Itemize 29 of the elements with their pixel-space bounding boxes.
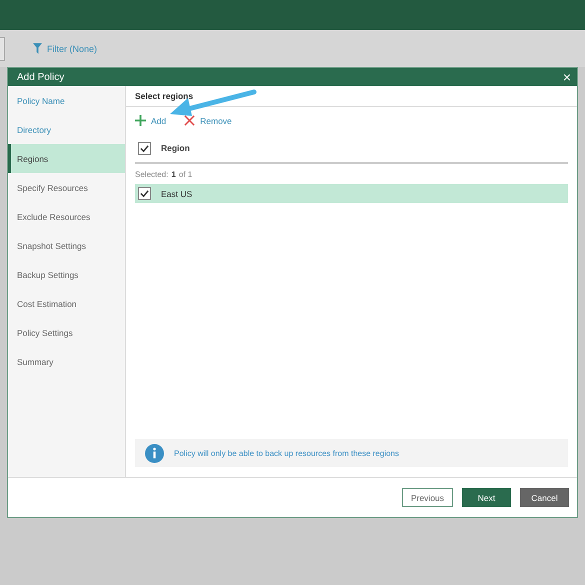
column-header[interactable]: Region	[161, 143, 190, 153]
checkbox[interactable]	[138, 187, 151, 200]
selection-count: Selected: 1 of 1	[135, 168, 194, 180]
step-item[interactable]: Exclude Resources	[8, 202, 125, 231]
info-message: Policy will only be able to back up resources from these regions	[174, 448, 399, 458]
table-row[interactable]: East US	[135, 184, 568, 203]
dialog-title: Add Policy	[17, 72, 64, 82]
x-icon	[184, 115, 196, 126]
step-item[interactable]: Summary	[8, 347, 125, 376]
plus-icon	[135, 115, 146, 126]
step-item[interactable]: Policy Name	[8, 86, 125, 115]
toolbar-link[interactable]: Add	[135, 115, 166, 126]
step-item[interactable]: Regions	[8, 144, 125, 173]
dialog-button[interactable]: Cancel	[520, 488, 569, 507]
step-item[interactable]: Directory	[8, 115, 125, 144]
filter-icon	[33, 43, 42, 54]
info-icon	[145, 444, 164, 462]
step-item[interactable]: Backup Settings	[8, 260, 125, 289]
dialog-button[interactable]: Previous	[402, 488, 453, 507]
step-item[interactable]: Policy Settings	[8, 318, 125, 347]
toolbar-field[interactable]	[0, 36, 5, 60]
toolbar-link[interactable]: Remove	[184, 115, 232, 126]
step-item[interactable]: Snapshot Settings	[8, 231, 125, 260]
step-item[interactable]: Cost Estimation	[8, 289, 125, 318]
close-button[interactable]: ×	[556, 70, 577, 84]
checkbox[interactable]	[138, 142, 151, 154]
dialog-button[interactable]: Next	[462, 488, 511, 507]
step-item[interactable]: Specify Resources	[8, 173, 125, 202]
region-name: East US	[161, 188, 192, 198]
